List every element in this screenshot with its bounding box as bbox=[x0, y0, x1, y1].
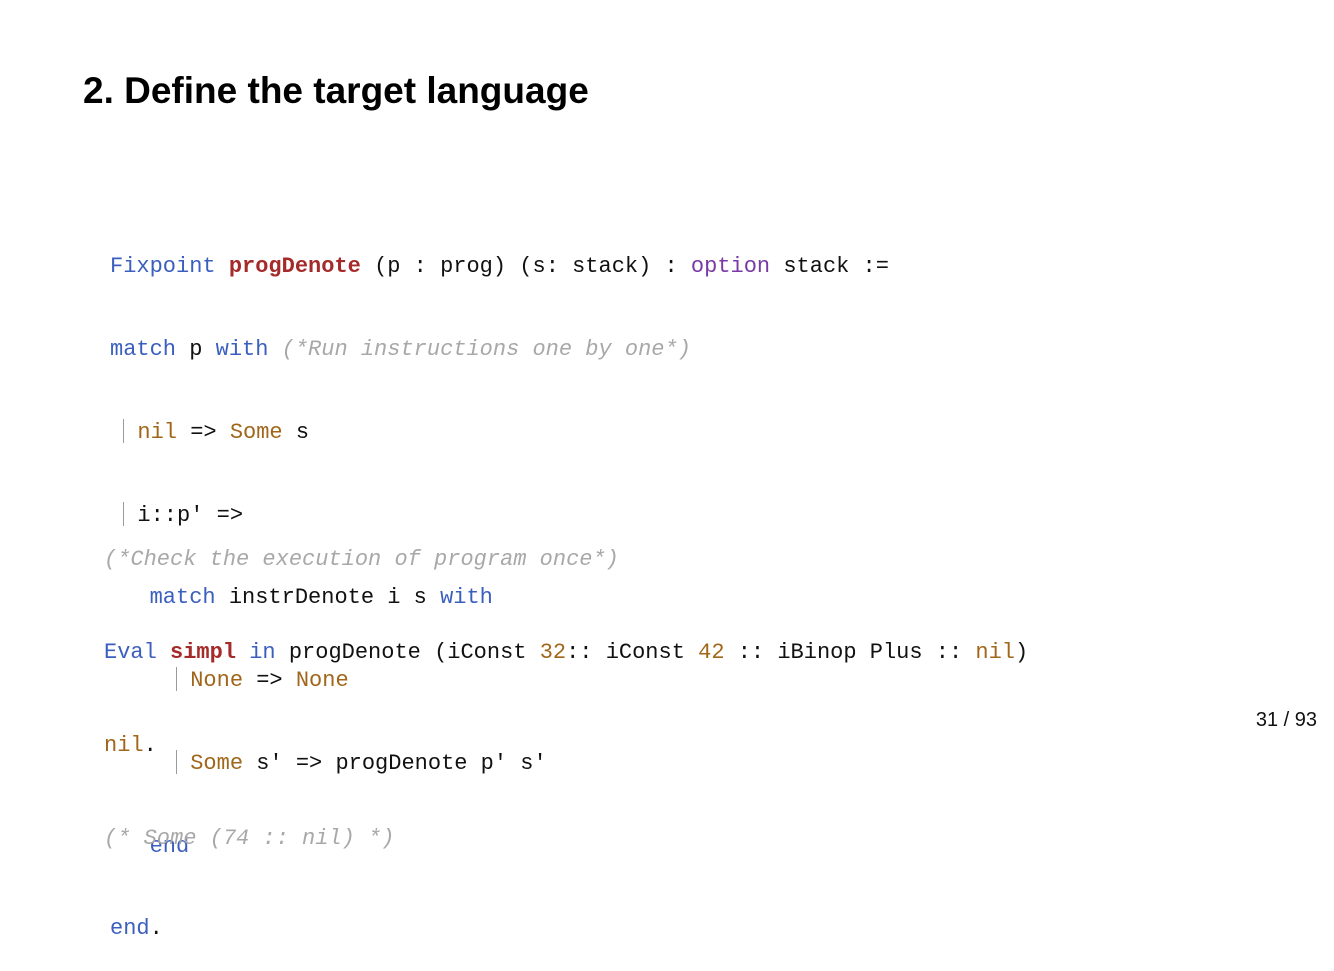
variable-s: s bbox=[295, 419, 310, 445]
code-line: nil => Some s bbox=[110, 418, 889, 447]
code-line: end. bbox=[110, 915, 889, 943]
code-line: nil. bbox=[104, 730, 1028, 761]
terminator-dot: . bbox=[143, 733, 157, 758]
keyword-eval: Eval bbox=[104, 640, 157, 665]
code-line: (*Check the execution of program once*) bbox=[104, 544, 1028, 575]
match-target: p bbox=[189, 336, 203, 362]
type-option: option bbox=[690, 254, 771, 280]
code-block-eval: (*Check the execution of program once*) … bbox=[104, 482, 1028, 885]
constructor-some: Some bbox=[229, 419, 283, 445]
eval-call: progDenote (iConst bbox=[288, 640, 527, 665]
code-line: Eval simpl in progDenote (iConst 32:: iC… bbox=[104, 637, 1028, 668]
list-separator: :: iBinop Plus :: bbox=[737, 640, 963, 665]
code-comment: (*Check the execution of program once*) bbox=[104, 547, 619, 572]
signature-params: (p : prog) (s: stack) : bbox=[374, 254, 678, 280]
signature-return: stack := bbox=[783, 254, 889, 280]
number-literal: 32 bbox=[539, 640, 567, 665]
match-branch-bar bbox=[123, 418, 125, 443]
number-literal: 42 bbox=[698, 640, 725, 665]
code-line: Fixpoint progDenote (p : prog) (s: stack… bbox=[110, 253, 889, 281]
constructor-nil: nil bbox=[975, 640, 1015, 665]
terminator-dot: . bbox=[149, 916, 163, 942]
slide-title: 2. Define the target language bbox=[83, 70, 589, 111]
code-comment: (*Run instructions one by one*) bbox=[281, 336, 691, 362]
list-separator: :: iConst bbox=[566, 640, 685, 665]
code-line: match p with (*Run instructions one by o… bbox=[110, 336, 889, 364]
keyword-match: match bbox=[110, 336, 177, 362]
keyword-fixpoint: Fixpoint bbox=[110, 254, 216, 280]
keyword-in: in bbox=[249, 640, 276, 665]
keyword-end: end bbox=[110, 916, 150, 942]
keyword-with: with bbox=[215, 336, 269, 362]
page-number: 31 / 93 bbox=[1255, 709, 1317, 731]
constructor-nil: nil bbox=[104, 733, 144, 758]
code-comment: (* Some (74 :: nil) *) bbox=[104, 826, 395, 851]
function-name: progDenote bbox=[228, 254, 361, 280]
code-line: (* Some (74 :: nil) *) bbox=[104, 823, 1028, 854]
constructor-nil: nil bbox=[137, 419, 178, 445]
keyword-simpl: simpl bbox=[170, 640, 237, 665]
close-paren: ) bbox=[1014, 640, 1029, 665]
arrow: => bbox=[190, 419, 217, 445]
